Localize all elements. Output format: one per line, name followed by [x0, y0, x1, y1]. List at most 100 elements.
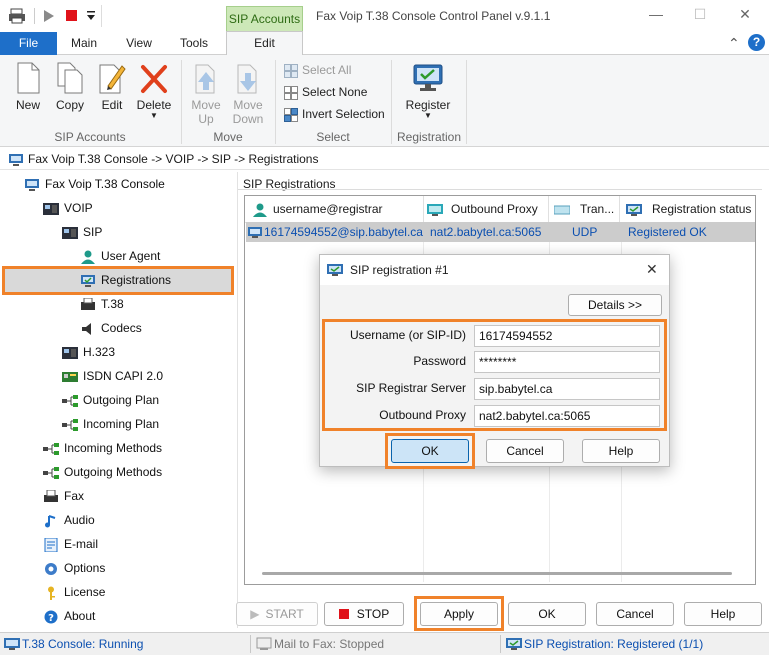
- outgoing-methods-icon: [43, 466, 59, 479]
- tree-item-email[interactable]: E-mail: [43, 533, 98, 555]
- stop-label: STOP: [356, 607, 390, 621]
- tree-item-audio[interactable]: Audio: [43, 509, 95, 531]
- qa-dropdown-icon[interactable]: [86, 10, 96, 25]
- cell-outbound-proxy: nat2.babytel.ca:5065: [430, 225, 542, 239]
- h323-phone-icon: [62, 346, 78, 359]
- ok-highlight: [385, 433, 475, 469]
- transport-card-icon: [553, 205, 571, 215]
- t38-fax-icon: [81, 297, 95, 310]
- tab-main[interactable]: Main: [62, 32, 106, 55]
- console-monitor-icon: [25, 178, 39, 191]
- column-header-outbound-proxy[interactable]: Outbound Proxy: [425, 196, 549, 222]
- delete-button[interactable]: Delete ▼: [132, 60, 176, 120]
- column-header-transport[interactable]: Tran...: [550, 196, 620, 222]
- stop-icon[interactable]: [66, 10, 78, 25]
- tree-item-t38[interactable]: T.38: [80, 293, 124, 315]
- isdn-card-icon: [62, 371, 78, 382]
- tree-item-outgoing-plan[interactable]: Outgoing Plan: [62, 389, 159, 411]
- details-button[interactable]: Details >>: [568, 294, 662, 316]
- tree-item-about[interactable]: ? About: [43, 605, 95, 627]
- tree-label: Codecs: [101, 321, 142, 335]
- tree-label: T.38: [101, 297, 124, 311]
- delete-dropdown-icon: ▼: [150, 111, 158, 120]
- ok-button[interactable]: OK: [508, 602, 586, 626]
- tree-item-voip[interactable]: VOIP: [43, 197, 93, 219]
- new-button[interactable]: New: [6, 60, 50, 112]
- register-button[interactable]: Register ▼: [400, 60, 456, 120]
- monitor-icon: [427, 203, 443, 216]
- app-printer-icon[interactable]: [8, 8, 26, 27]
- edit-button[interactable]: Edit: [90, 60, 134, 112]
- status-console: T.38 Console: Running: [22, 637, 144, 651]
- column-header-username[interactable]: username@registrar: [249, 196, 424, 222]
- group-label-move: Move: [213, 130, 243, 144]
- start-button[interactable]: ▶ START: [236, 602, 318, 626]
- status-divider: [250, 635, 251, 653]
- move-down-button[interactable]: Move Down: [228, 60, 268, 126]
- tree-item-options[interactable]: Options: [43, 557, 105, 579]
- select-all-button[interactable]: Select All: [284, 61, 351, 79]
- close-button[interactable]: ✕: [731, 6, 759, 26]
- tree-item-isdn[interactable]: ISDN CAPI 2.0: [62, 365, 163, 387]
- collapse-ribbon-icon[interactable]: ⌃: [728, 35, 740, 52]
- move-up-button[interactable]: Move Up: [186, 60, 226, 126]
- move-down-label-1: Move: [233, 98, 263, 112]
- tree-label: Fax: [64, 489, 85, 503]
- move-up-label-1: Move: [191, 98, 221, 112]
- tree-item-registrations[interactable]: Registrations: [80, 269, 171, 291]
- select-none-button[interactable]: Select None: [284, 83, 367, 101]
- horizontal-scrollbar[interactable]: [262, 572, 732, 575]
- cancel-button[interactable]: Cancel: [596, 602, 674, 626]
- column-header-registration-status[interactable]: Registration status: [622, 196, 756, 222]
- status-mail: Mail to Fax: Stopped: [274, 637, 385, 651]
- register-label: Register: [405, 98, 451, 112]
- tree-item-sip[interactable]: SIP: [62, 221, 102, 243]
- qa-divider: [34, 8, 35, 24]
- dialog-cancel-button[interactable]: Cancel: [486, 439, 564, 463]
- tree-item-incoming-plan[interactable]: Incoming Plan: [62, 413, 159, 435]
- registration-monitor-icon: [626, 203, 642, 216]
- group-label-select: Select: [316, 130, 350, 144]
- minimize-button[interactable]: —: [642, 6, 670, 26]
- tab-file[interactable]: File: [0, 32, 57, 55]
- tab-edit[interactable]: Edit: [226, 31, 303, 56]
- cell-transport: UDP: [572, 225, 598, 239]
- tree-item-user-agent[interactable]: User Agent: [80, 245, 160, 267]
- edit-label: Edit: [101, 98, 123, 112]
- new-document-icon: [17, 62, 40, 94]
- invert-selection-button[interactable]: Invert Selection: [284, 105, 385, 123]
- tab-view[interactable]: View: [117, 32, 161, 55]
- start-label: START: [265, 607, 304, 621]
- dialog-close-button[interactable]: ✕: [646, 261, 658, 278]
- delete-label: Delete: [136, 98, 172, 112]
- registered-monitor-icon: [248, 227, 262, 239]
- ribbon-tab-row: [0, 32, 769, 55]
- copy-button[interactable]: Copy: [48, 60, 92, 112]
- help-button[interactable]: Help: [684, 602, 762, 626]
- tree-label: User Agent: [101, 249, 161, 263]
- help-icon[interactable]: ?: [748, 34, 765, 51]
- pane-splitter[interactable]: [237, 172, 238, 628]
- tree-item-license[interactable]: License: [43, 581, 105, 603]
- column-header-label: username@registrar: [273, 202, 383, 216]
- dialog-help-button[interactable]: Help: [582, 439, 660, 463]
- select-none-icon: [284, 85, 298, 100]
- tree-item-fax[interactable]: Fax: [43, 485, 84, 507]
- tree-item-incoming-methods[interactable]: Incoming Methods: [43, 437, 162, 459]
- play-icon[interactable]: [43, 9, 55, 26]
- tree-item-console[interactable]: Fax Voip T.38 Console: [24, 173, 165, 195]
- tree-item-codecs[interactable]: Codecs: [80, 317, 142, 339]
- tree-label: Incoming Plan: [83, 417, 160, 431]
- table-row[interactable]: 16174594552@sip.babytel.ca nat2.babytel.…: [246, 222, 755, 242]
- tab-tools[interactable]: Tools: [172, 32, 216, 55]
- user-icon: [253, 203, 267, 217]
- tree-item-outgoing-methods[interactable]: Outgoing Methods: [43, 461, 162, 483]
- tree-item-h323[interactable]: H.323: [62, 341, 115, 363]
- registrations-monitor-icon: [81, 274, 95, 287]
- maximize-button[interactable]: ☐: [686, 6, 714, 26]
- tree-label: E-mail: [64, 537, 99, 551]
- stop-button[interactable]: STOP: [324, 602, 404, 626]
- select-none-label: Select None: [302, 85, 368, 99]
- group-box-border: [238, 189, 762, 190]
- invert-selection-icon: [284, 107, 298, 122]
